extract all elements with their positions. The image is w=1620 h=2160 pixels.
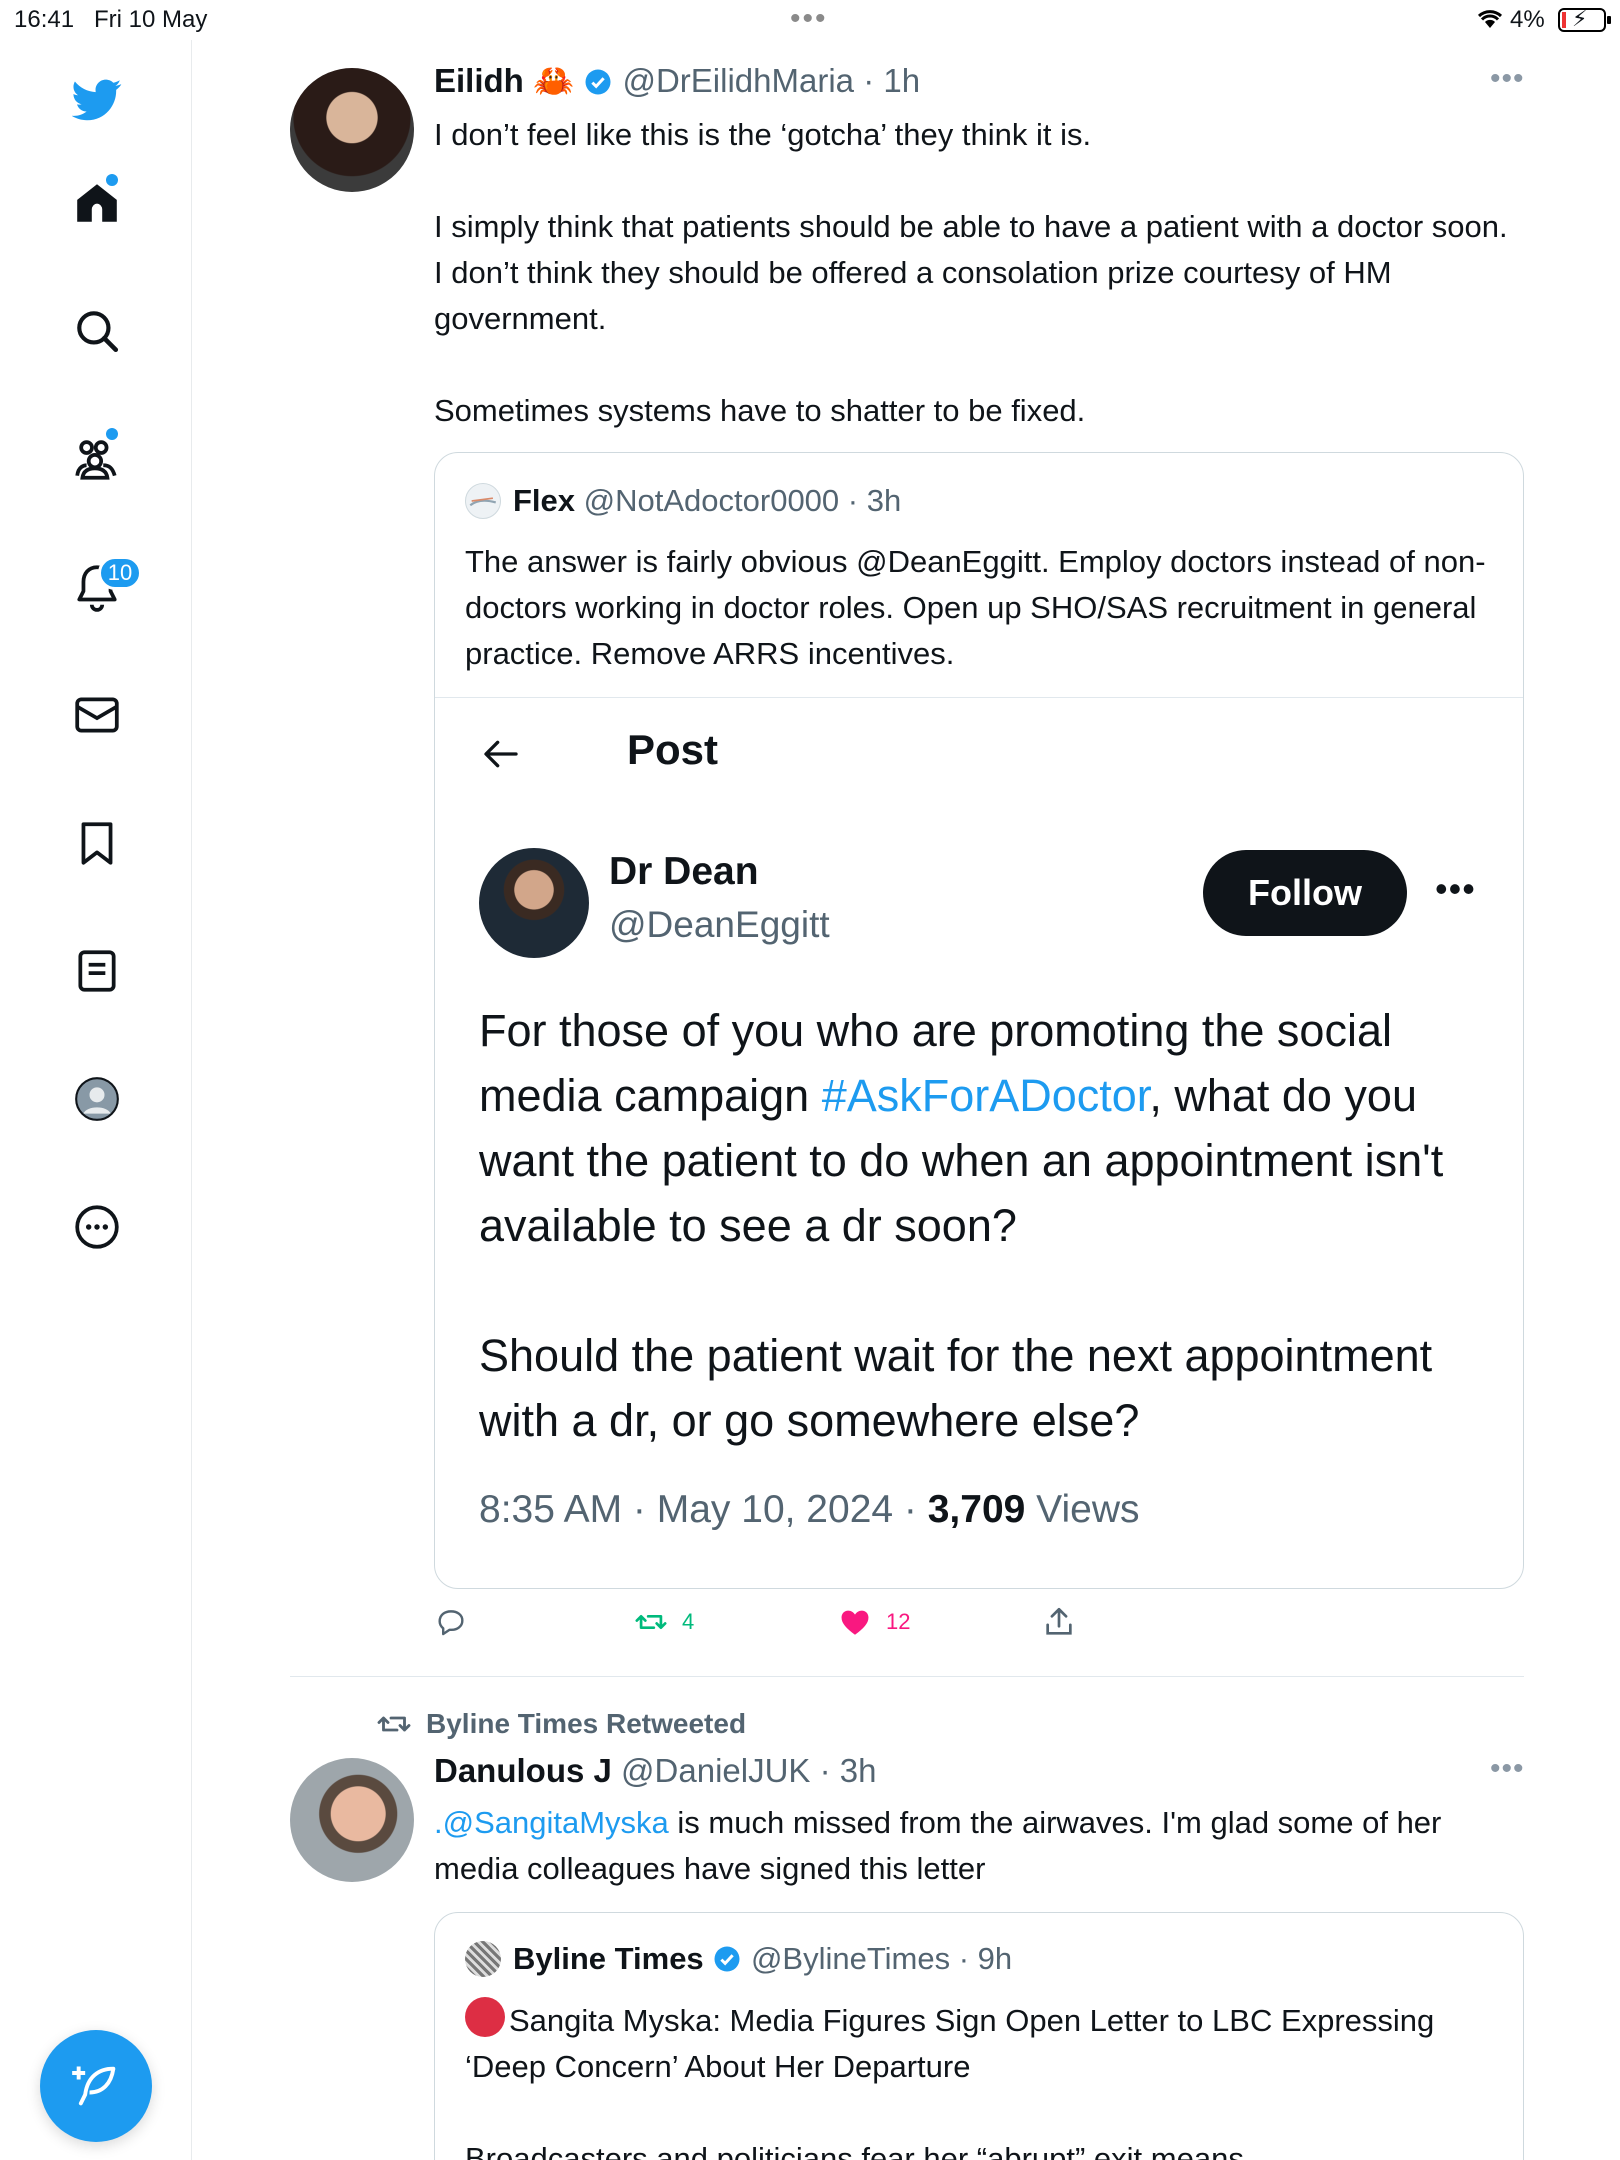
messages-envelope-icon[interactable] bbox=[62, 680, 132, 750]
flex-avatar bbox=[465, 483, 501, 519]
tweet1-time[interactable]: · 1h bbox=[863, 62, 920, 99]
quote2-author-name: Byline Times bbox=[513, 1941, 704, 1976]
heart-icon bbox=[841, 1610, 869, 1635]
share-icon bbox=[1046, 1607, 1072, 1635]
retweet-count: 4 bbox=[682, 1609, 695, 1634]
crab-emoji: 🦀 bbox=[533, 62, 575, 99]
quote2-header: Byline Times @BylineTimes · 9h bbox=[465, 1941, 1012, 1977]
screenshot-meta: 8:35 AM · May 10, 2024 · 3,709 Views bbox=[479, 1488, 1140, 1532]
tweet1-line1: I don’t feel like this is the ‘gotcha’ t… bbox=[434, 117, 1092, 152]
bookmarks-icon[interactable] bbox=[62, 808, 132, 878]
home-icon[interactable] bbox=[62, 168, 132, 238]
verified-badge-icon bbox=[583, 62, 613, 99]
communities-icon[interactable] bbox=[62, 424, 132, 494]
danulous-avatar[interactable] bbox=[290, 1758, 414, 1882]
lists-icon[interactable] bbox=[62, 936, 132, 1006]
screenshot-author-name: Dr Dean bbox=[609, 850, 759, 893]
multitasking-dots-icon[interactable]: ••• bbox=[790, 2, 828, 36]
compose-tweet-button[interactable] bbox=[40, 2030, 152, 2142]
quote2-headline: Sangita Myska: Media Figures Sign Open L… bbox=[465, 2003, 1435, 2084]
quoted-tweet-card[interactable]: Flex @NotAdoctor0000 · 3h The answer is … bbox=[434, 452, 1524, 1589]
status-time: 16:41 bbox=[14, 6, 75, 33]
quote-body: The answer is fairly obvious @DeanEggitt… bbox=[465, 544, 1486, 671]
tweet2-author-name[interactable]: Danulous J bbox=[434, 1752, 612, 1789]
tweet2-more-icon[interactable]: ••• bbox=[1490, 1752, 1525, 1786]
eilidh-avatar[interactable] bbox=[290, 68, 414, 192]
tweet2-body: .@SangitaMyska is much missed from the a… bbox=[434, 1800, 1524, 1892]
retweeted-by-line[interactable]: Byline Times Retweeted bbox=[376, 1706, 746, 1742]
screenshot-post-title: Post bbox=[627, 726, 719, 773]
tweet2-time[interactable]: · 3h bbox=[820, 1752, 877, 1789]
profile-avatar-icon[interactable] bbox=[62, 1064, 132, 1134]
red-circle-icon bbox=[465, 1997, 505, 2037]
sidebar: 10 bbox=[0, 40, 192, 2160]
status-bar: 16:41 Fri 10 May ••• 4% ⚡ bbox=[0, 0, 1620, 40]
screenshot-hashtag: #AskForADoctor bbox=[821, 1070, 1150, 1121]
tweet1-body: I don’t feel like this is the ‘gotcha’ t… bbox=[434, 112, 1524, 434]
tweet1-actions: 4 12 bbox=[434, 1605, 1134, 1645]
screenshot-views-label: Views bbox=[1025, 1488, 1140, 1531]
like-count: 12 bbox=[886, 1609, 911, 1634]
communities-unread-dot bbox=[106, 428, 118, 440]
dr-dean-avatar bbox=[479, 848, 589, 958]
tweet1-handle[interactable]: @DrEilidhMaria bbox=[622, 62, 854, 99]
retweeted-by-text: Byline Times Retweeted bbox=[426, 1708, 747, 1739]
screenshot-body: For those of you who are promoting the s… bbox=[479, 998, 1479, 1453]
tweet2-header: Danulous J @DanielJUK · 3h bbox=[434, 1752, 876, 1790]
retweet-small-icon bbox=[377, 1716, 411, 1732]
reply-button[interactable] bbox=[434, 1605, 468, 1639]
quote2-time: · 9h bbox=[958, 1941, 1013, 1976]
screenshot-body-part3: Should the patient wait for the next app… bbox=[479, 1330, 1433, 1446]
quote-author-name: Flex bbox=[513, 483, 576, 518]
compose-feather-icon bbox=[72, 2066, 116, 2106]
tweet1-line2: I simply think that patients should be a… bbox=[434, 209, 1508, 336]
retweet-icon bbox=[635, 1614, 667, 1630]
screenshot-more-icon: ••• bbox=[1435, 868, 1476, 909]
tweet2-handle[interactable]: @DanielJUK bbox=[621, 1752, 810, 1789]
tweet-separator bbox=[290, 1676, 1524, 1677]
battery-percent: 4% bbox=[1510, 6, 1545, 33]
status-date: Fri 10 May bbox=[94, 6, 208, 33]
quote2-body: Sangita Myska: Media Figures Sign Open L… bbox=[465, 1997, 1495, 2160]
like-button[interactable]: 12 bbox=[838, 1605, 910, 1639]
quote2-verified-icon bbox=[712, 1941, 742, 1977]
screenshot-author-handle: @DeanEggitt bbox=[609, 904, 830, 945]
quote-time: · 3h bbox=[847, 483, 902, 518]
notifications-badge: 10 bbox=[98, 556, 142, 590]
quote2-body2: Broadcasters and politicians fear her “a… bbox=[465, 2141, 1244, 2160]
quote2-handle: @BylineTimes bbox=[750, 1941, 951, 1976]
quote-header: Flex @NotAdoctor0000 · 3h bbox=[465, 483, 901, 519]
screenshot-follow-button: Follow bbox=[1203, 850, 1407, 936]
tweet1-header: Eilidh 🦀 @DrEilidhMaria · 1h bbox=[434, 62, 920, 101]
reply-icon bbox=[438, 1610, 464, 1636]
tweet1-line3: Sometimes systems have to shatter to be … bbox=[434, 393, 1086, 428]
screenshot-views-count: 3,709 bbox=[927, 1488, 1026, 1531]
quote-attached-screenshot[interactable]: Post Dr Dean @DeanEggitt Follow ••• For … bbox=[435, 698, 1523, 1588]
search-icon[interactable] bbox=[62, 296, 132, 366]
byline-times-avatar bbox=[465, 1941, 501, 1977]
tweet1-more-icon[interactable]: ••• bbox=[1490, 62, 1525, 96]
back-arrow-icon bbox=[479, 734, 523, 784]
share-button[interactable] bbox=[1042, 1605, 1076, 1639]
quoted-tweet-card-2[interactable]: Byline Times @BylineTimes · 9h Sangita M… bbox=[434, 1912, 1524, 2160]
screenshot-timestamp: 8:35 AM · May 10, 2024 · bbox=[479, 1488, 928, 1531]
more-options-icon[interactable] bbox=[62, 1192, 132, 1262]
retweet-button[interactable]: 4 bbox=[634, 1605, 694, 1639]
battery-icon: ⚡ bbox=[1558, 6, 1611, 32]
quote-handle: @NotAdoctor0000 bbox=[583, 483, 840, 518]
wifi-icon bbox=[1475, 6, 1505, 37]
tweet2-mention[interactable]: .@SangitaMyska bbox=[434, 1805, 669, 1840]
home-unread-dot bbox=[106, 174, 118, 186]
tweet1-author-name[interactable]: Eilidh bbox=[434, 62, 524, 99]
twitter-logo-icon[interactable] bbox=[62, 64, 132, 134]
